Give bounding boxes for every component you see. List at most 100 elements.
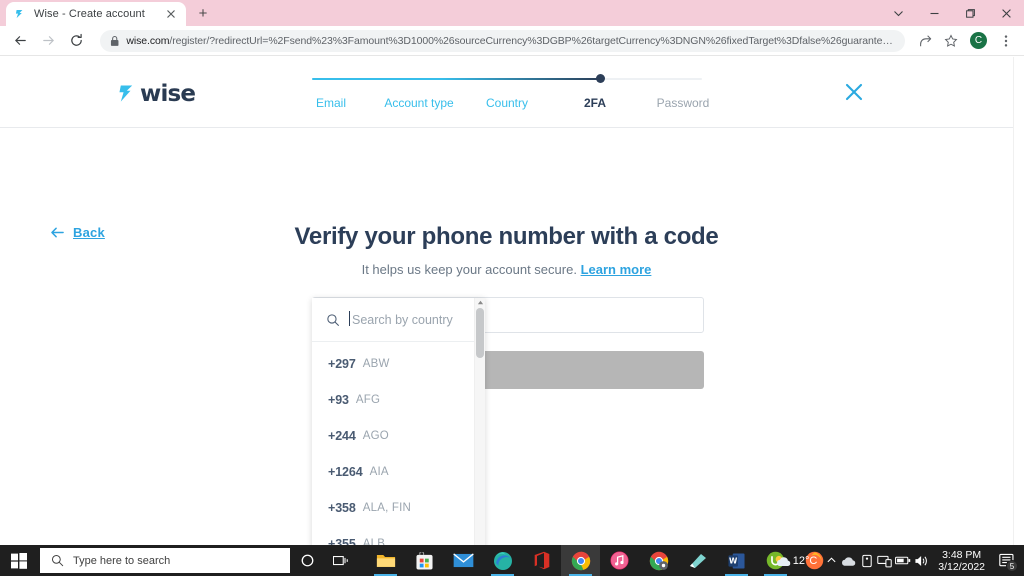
search-icon <box>327 313 339 326</box>
show-hidden-icons-chevron[interactable] <box>826 555 837 566</box>
clock-time: 3:48 PM <box>942 548 982 561</box>
country-list-item[interactable]: +93 AFG <box>312 382 485 418</box>
address-bar[interactable]: wise.com/register/?redirectUrl=%2Fsend%2… <box>100 29 905 52</box>
scroll-up-arrow-icon[interactable] <box>477 299 484 306</box>
microsoft-office-icon <box>534 551 549 570</box>
partly-cloudy-icon <box>775 555 790 566</box>
taskbar-app-microsoft-word[interactable]: W <box>717 545 756 576</box>
window-controls <box>880 0 1024 26</box>
wise-favicon-icon <box>15 9 23 18</box>
onedrive-icon[interactable] <box>840 555 857 567</box>
tab-title: Wise - Create account <box>34 8 145 20</box>
three-dot-menu-icon[interactable] <box>994 29 1018 53</box>
windows-taskbar: Type here to search W 12°C 3:48 PM 3/12/… <box>0 545 1024 576</box>
wise-logo[interactable]: wise <box>117 81 196 107</box>
sticky-notes-icon <box>689 553 706 568</box>
wise-logo-mark-icon <box>119 85 133 102</box>
volume-icon[interactable] <box>914 554 929 568</box>
stepper-labels: Email Account type Country 2FA Password <box>287 96 727 110</box>
back-nav-icon[interactable] <box>6 27 34 55</box>
stepper-step-password: Password <box>656 96 710 110</box>
country-list-item[interactable]: +1264 AIA <box>312 454 485 490</box>
share-icon[interactable] <box>913 29 937 53</box>
country-list-item[interactable]: +358 ALA, FIN <box>312 490 485 526</box>
country-list-item[interactable]: +244 AGO <box>312 418 485 454</box>
country-code: AFG <box>355 394 381 406</box>
country-search-placeholder: Search by country <box>349 310 453 327</box>
notifications-button[interactable]: 5 <box>994 545 1020 576</box>
stepper-step-account-type[interactable]: Account type <box>375 96 463 110</box>
taskbar-app-microsoft-edge[interactable] <box>483 545 522 576</box>
taskbar-app-microsoft-store[interactable] <box>405 545 444 576</box>
country-dial-code: +93 <box>328 393 349 407</box>
notifications-badge: 5 <box>1006 560 1018 572</box>
page-scrollbar[interactable] <box>1013 57 1024 545</box>
url-path: /register/?redirectUrl=%2Fsend%23%3Famou… <box>169 34 895 47</box>
stepper-step-2fa[interactable]: 2FA <box>551 96 639 110</box>
task-view-icon <box>333 555 348 565</box>
page-subtitle: It helps us keep your account secure. Le… <box>0 262 1013 277</box>
country-dropdown-scrollbar[interactable] <box>474 298 485 545</box>
close-signup-icon[interactable] <box>843 81 865 103</box>
cortana-circle-icon <box>301 554 313 567</box>
itunes-icon <box>610 551 629 570</box>
page-viewport: wise Email Account type Country 2FA Pass… <box>0 57 1013 545</box>
learn-more-link[interactable]: Learn more <box>581 262 652 277</box>
wise-logo-text: wise <box>140 81 196 107</box>
network-icon[interactable] <box>877 554 893 568</box>
taskbar-app-mail[interactable] <box>444 545 483 576</box>
url-text: wise.com/register/?redirectUrl=%2Fsend%2… <box>126 35 895 47</box>
browser-tab[interactable]: Wise - Create account <box>6 2 186 26</box>
taskbar-app-itunes[interactable] <box>600 545 639 576</box>
start-button[interactable] <box>0 545 38 576</box>
mail-icon <box>453 553 474 568</box>
taskbar-app-microsoft-office[interactable] <box>522 545 561 576</box>
country-code: ALB <box>362 538 386 545</box>
taskbar-app-file-explorer[interactable] <box>366 545 405 576</box>
country-list-item[interactable]: +355 ALB <box>312 526 485 545</box>
task-view-button[interactable] <box>324 545 358 576</box>
taskbar-clock[interactable]: 3:48 PM 3/12/2022 <box>938 549 985 573</box>
forward-nav-icon[interactable] <box>34 27 62 55</box>
tab-search-chevron-icon[interactable] <box>880 0 916 26</box>
signup-stepper: Email Account type Country 2FA Password <box>287 70 727 115</box>
tab-close-icon[interactable] <box>164 7 178 21</box>
star-icon[interactable] <box>939 29 963 53</box>
country-dial-code: +358 <box>328 501 356 515</box>
microsoft-edge-icon <box>493 551 512 570</box>
device-icon[interactable] <box>860 554 874 568</box>
reload-icon[interactable] <box>62 27 90 55</box>
windows-logo-icon <box>11 552 27 569</box>
taskbar-app-google-chrome[interactable] <box>561 545 600 576</box>
taskbar-app-list: W <box>366 545 834 576</box>
scrollbar-thumb[interactable] <box>476 308 484 358</box>
taskbar-search-placeholder: Type here to search <box>73 554 171 567</box>
battery-icon[interactable] <box>895 555 911 566</box>
new-tab-button[interactable]: + <box>194 5 212 23</box>
stepper-step-country[interactable]: Country <box>463 96 551 110</box>
minimize-button[interactable] <box>916 0 952 26</box>
cortana-button[interactable] <box>290 545 324 576</box>
subtitle-text: It helps us keep your account secure. <box>361 262 577 277</box>
microsoft-word-icon: W <box>728 552 745 569</box>
country-dropdown: Search by country +297 ABW +93 AFG +244 … <box>312 298 485 545</box>
profile-avatar[interactable]: C <box>970 32 987 49</box>
stepper-step-email[interactable]: Email <box>287 96 375 110</box>
url-domain: wise.com <box>126 34 170 47</box>
country-dial-code: +297 <box>328 357 356 371</box>
country-search-row[interactable]: Search by country <box>312 298 485 342</box>
country-dial-code: +355 <box>328 537 356 545</box>
toolbar-right-group: C <box>913 29 1024 53</box>
close-window-button[interactable] <box>988 0 1024 26</box>
country-list-item[interactable]: +297 ABW <box>312 346 485 382</box>
browser-toolbar: wise.com/register/?redirectUrl=%2Fsend%2… <box>0 26 1024 56</box>
taskbar-app-sticky-notes[interactable] <box>678 545 717 576</box>
country-code: AIA <box>369 466 389 478</box>
country-dial-code: +244 <box>328 429 356 443</box>
stepper-progress <box>312 78 600 80</box>
taskbar-search-box[interactable]: Type here to search <box>40 548 290 573</box>
maximize-button[interactable] <box>952 0 988 26</box>
taskbar-app-google-chrome-2[interactable] <box>639 545 678 576</box>
weather-widget[interactable]: 12°C <box>773 553 824 569</box>
country-list: +297 ABW +93 AFG +244 AGO +1264 AIA +358 <box>312 342 485 545</box>
